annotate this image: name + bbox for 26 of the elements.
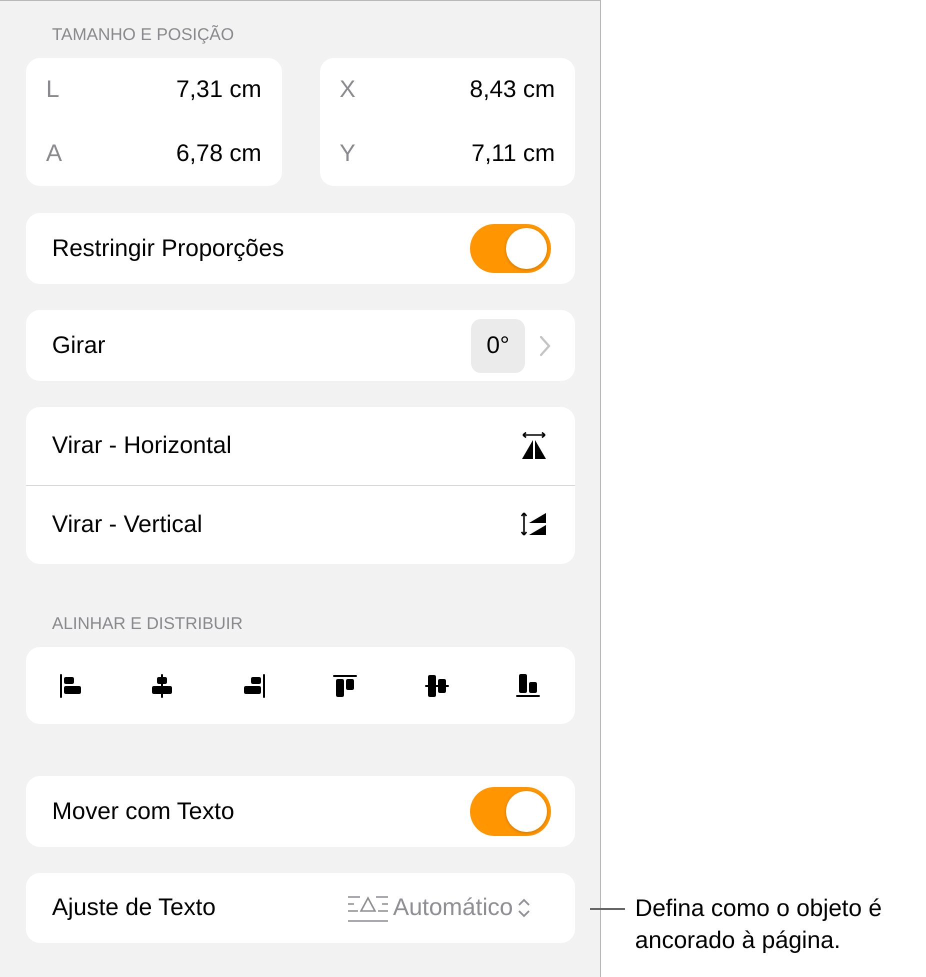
field-value[interactable]: 7,11 cm	[471, 140, 555, 168]
field-label: X	[340, 76, 356, 104]
rotation-value[interactable]: 0°	[471, 318, 525, 372]
flip-label[interactable]: Virar - Vertical	[52, 511, 202, 539]
field-label: L	[46, 76, 60, 104]
setting-label: Girar	[52, 332, 106, 360]
section-header: ALINHAR E DISTRIBUIR	[51, 613, 244, 635]
section-header: TAMANHO E POSIÇÃO	[51, 24, 235, 46]
field-label: A	[46, 140, 62, 168]
toggle-switch[interactable]	[470, 787, 551, 836]
up-down-chevron-icon	[517, 897, 531, 919]
toggle-switch[interactable]	[470, 224, 551, 273]
chevron-right-icon	[539, 334, 551, 356]
field-value[interactable]: 8,43 cm	[470, 76, 555, 104]
field-label: Y	[340, 140, 356, 168]
callout-text: Defina como o objeto é ancorado à página.	[635, 894, 883, 956]
flip-horizontal-icon	[522, 432, 546, 459]
text-wrap-icon	[346, 893, 389, 923]
leader-line	[590, 908, 625, 910]
field-value[interactable]: 6,78 cm	[176, 140, 262, 168]
field-value[interactable]: 7,31 cm	[176, 76, 262, 104]
setting-label: Restringir Proporções	[52, 234, 284, 262]
flip-vertical-icon	[520, 512, 546, 536]
flip-label[interactable]: Virar - Horizontal	[52, 432, 232, 460]
setting-label: Ajuste de Texto	[52, 894, 216, 922]
setting-label: Mover com Texto	[52, 798, 234, 826]
